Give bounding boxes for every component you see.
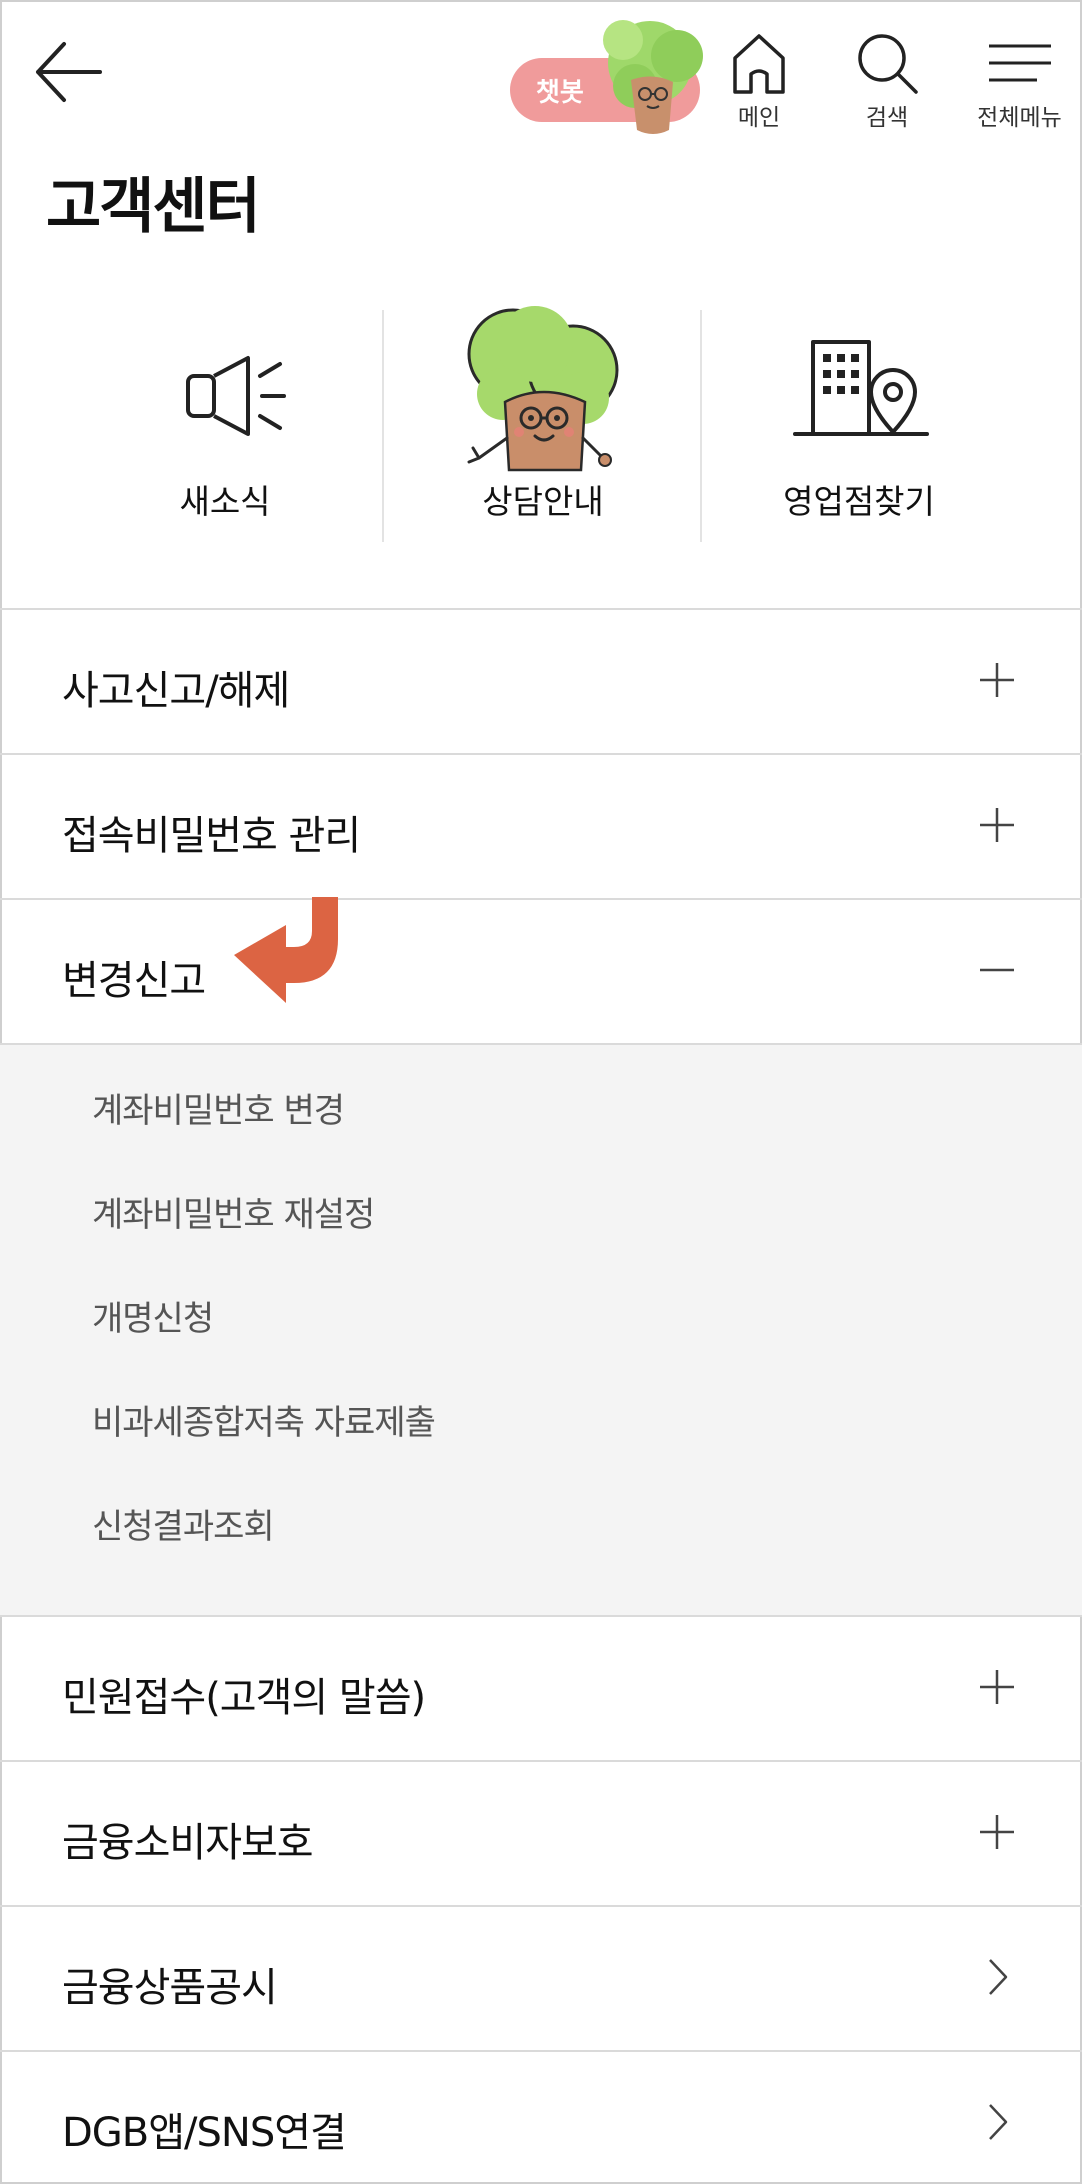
accordion-menu: 사고신고/해제 접속비밀번호 관리 변경신고 계좌비밀번호 변경 계좌비밀번호 … xyxy=(0,608,1082,2184)
menu-row-label: 민원접수(고객의 말씀) xyxy=(62,1675,426,1721)
nav-main-label: 메인 xyxy=(737,105,781,131)
change-report-submenu: 계좌비밀번호 변경 계좌비밀번호 재설정 개명신청 비과세종합저축 자료제출 신… xyxy=(0,1043,1082,1615)
plus-icon xyxy=(980,1815,1014,1849)
menu-row-label: 변경신고 xyxy=(62,958,206,1004)
chevron-right-icon xyxy=(989,2104,1008,2140)
quick-item-news[interactable]: 새소식 xyxy=(66,300,384,545)
minus-icon xyxy=(980,968,1014,972)
quick-item-branch-finder[interactable]: 영업점찾기 xyxy=(700,300,1018,545)
menu-row-change-report[interactable]: 변경신고 xyxy=(0,898,1082,1043)
search-icon xyxy=(858,34,918,94)
plus-icon xyxy=(980,808,1014,842)
nav-menu-label: 전체메뉴 xyxy=(977,105,1062,131)
back-button[interactable] xyxy=(30,36,110,108)
chevron-right-icon xyxy=(989,1959,1008,1995)
tree-mascot-icon xyxy=(467,306,619,472)
menu-row-consumer-protection[interactable]: 금융소비자보호 xyxy=(0,1760,1082,1905)
submenu-item[interactable]: 비과세종합저축 자료제출 xyxy=(0,1395,1082,1499)
plus-icon xyxy=(980,1670,1014,1704)
menu-row-accident-report[interactable]: 사고신고/해제 xyxy=(0,608,1082,753)
nav-search-label: 검색 xyxy=(865,105,909,131)
menu-row-complaints[interactable]: 민원접수(고객의 말씀) xyxy=(0,1615,1082,1760)
hamburger-menu-icon xyxy=(988,44,1051,82)
menu-row-label: DGB앱/SNS연결 xyxy=(62,2110,347,2156)
quick-item-consultation-label: 상담안내 xyxy=(482,482,604,521)
quick-menu: 새소식 상담안내 영업점찾기 xyxy=(0,300,1082,550)
annotation-arrow-icon xyxy=(234,897,338,1003)
nav-main-button[interactable]: 메인 xyxy=(704,30,814,140)
page-title: 고객센터 xyxy=(46,172,261,242)
submenu-item[interactable]: 계좌비밀번호 재설정 xyxy=(0,1187,1082,1291)
menu-row-label: 접속비밀번호 관리 xyxy=(62,813,361,859)
megaphone-icon xyxy=(186,356,286,436)
menu-row-label: 사고신고/해제 xyxy=(62,668,290,714)
chatbot-label: 챗봇 xyxy=(536,78,584,108)
submenu-item[interactable]: 개명신청 xyxy=(0,1291,1082,1395)
header: 챗봇 메인 검색 전체메뉴 xyxy=(0,0,1082,150)
home-icon xyxy=(733,34,785,94)
submenu-item[interactable]: 계좌비밀번호 변경 xyxy=(0,1083,1082,1187)
building-location-icon xyxy=(793,340,929,436)
menu-row-label: 금융소비자보호 xyxy=(62,1820,314,1866)
submenu-item[interactable]: 신청결과조회 xyxy=(0,1499,1082,1603)
menu-row-app-sns[interactable]: DGB앱/SNS연결 xyxy=(0,2050,1082,2184)
menu-row-product-disclosure[interactable]: 금융상품공시 xyxy=(0,1905,1082,2050)
quick-item-consultation[interactable]: 상담안내 xyxy=(384,300,702,545)
chatbot-mascot-icon xyxy=(603,20,703,134)
quick-item-news-label: 새소식 xyxy=(179,482,271,521)
menu-row-label: 금융상품공시 xyxy=(62,1965,278,2011)
nav-search-button[interactable]: 검색 xyxy=(832,30,942,140)
plus-icon xyxy=(980,663,1014,697)
menu-row-password-management[interactable]: 접속비밀번호 관리 xyxy=(0,753,1082,898)
back-arrow-icon xyxy=(36,42,102,102)
nav-menu-button[interactable]: 전체메뉴 xyxy=(962,30,1077,140)
quick-item-branch-finder-label: 영업점찾기 xyxy=(783,482,935,521)
